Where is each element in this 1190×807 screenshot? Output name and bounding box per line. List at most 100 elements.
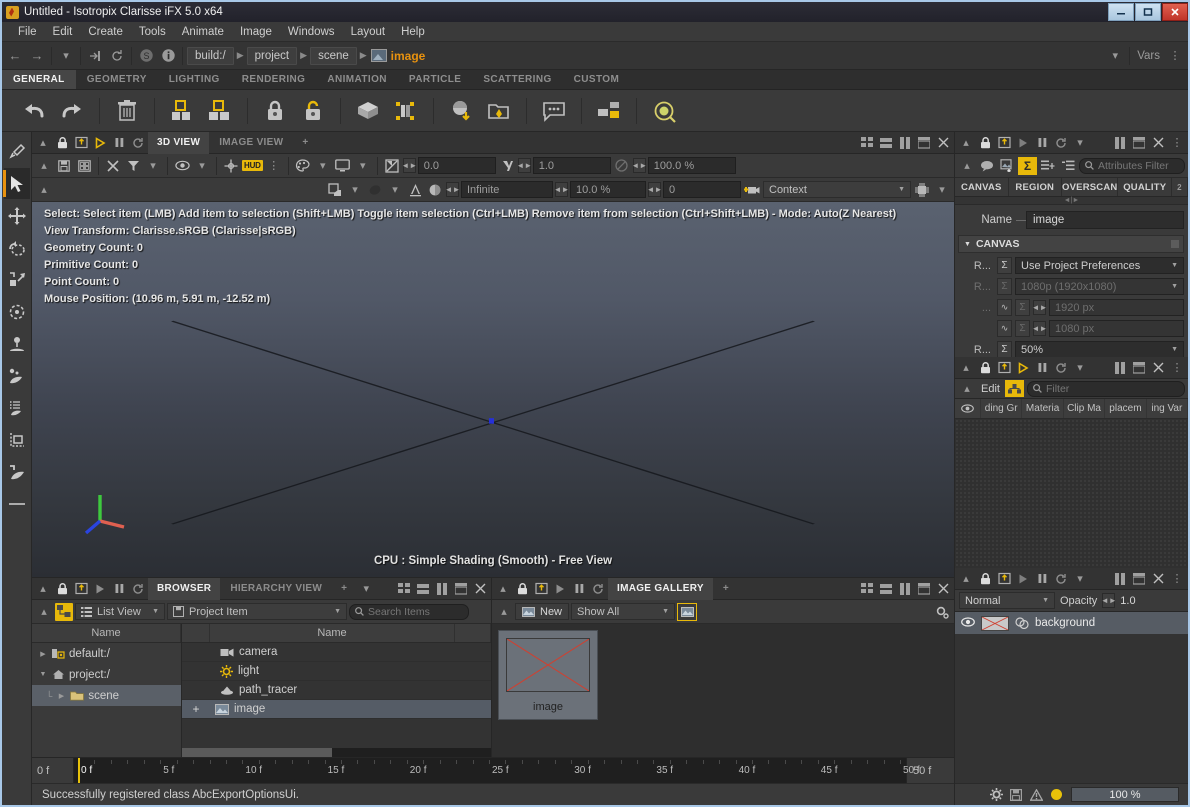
- panel-options-icon[interactable]: ⋮: [1168, 134, 1186, 152]
- collapse-icon[interactable]: ▴: [958, 157, 976, 175]
- maximize-panel-icon[interactable]: [1130, 570, 1148, 588]
- play-icon[interactable]: [91, 134, 109, 152]
- tab-lighting[interactable]: LIGHTING: [158, 70, 231, 89]
- vsplit-layout-icon[interactable]: [1111, 359, 1129, 377]
- add-browser-tab[interactable]: +: [332, 578, 356, 600]
- pivot-icon[interactable]: [222, 157, 240, 175]
- collapse-icon[interactable]: ▴: [957, 570, 975, 588]
- layers-menu-icon[interactable]: ▾: [1071, 570, 1089, 588]
- lock-icon[interactable]: [976, 134, 994, 152]
- lock-icon[interactable]: [976, 570, 994, 588]
- attribute-list-icon[interactable]: [1039, 157, 1057, 175]
- breadcrumb-project[interactable]: project: [247, 47, 298, 65]
- save-icon[interactable]: [1006, 789, 1026, 801]
- attr-value-dropdown[interactable]: 1080p (1920x1080) ▼: [1015, 278, 1184, 295]
- eyedropper-tool[interactable]: [4, 136, 30, 167]
- close-panel-icon[interactable]: [1149, 134, 1167, 152]
- vars-options-icon[interactable]: ⋮: [1164, 45, 1186, 67]
- tab-particle[interactable]: PARTICLE: [398, 70, 472, 89]
- cpu-chip-icon[interactable]: [913, 181, 931, 199]
- timeline-playhead[interactable]: [78, 758, 80, 783]
- show-filter-selector[interactable]: Show All ▼: [571, 603, 675, 620]
- reference-folder-icon[interactable]: [481, 94, 517, 128]
- warning-icon[interactable]: [1026, 789, 1046, 801]
- add-attribute-icon[interactable]: [998, 157, 1016, 175]
- collapse-icon[interactable]: ▴: [34, 580, 52, 598]
- play-icon[interactable]: [1014, 359, 1032, 377]
- tab-image-gallery[interactable]: IMAGE GALLERY: [608, 578, 713, 600]
- goto-icon[interactable]: [84, 45, 106, 67]
- vsplit-layout-icon[interactable]: [896, 580, 914, 598]
- hsplit-layout-icon[interactable]: [877, 134, 895, 152]
- maximize-button[interactable]: [1135, 3, 1161, 21]
- pause-icon[interactable]: [1033, 570, 1051, 588]
- snapshot-icon[interactable]: S: [135, 45, 157, 67]
- import-scene-icon[interactable]: [443, 94, 479, 128]
- view-mode-selector[interactable]: List View ▼: [75, 603, 165, 620]
- annotation-icon[interactable]: [536, 94, 572, 128]
- section-canvas[interactable]: ▼ CANVAS: [958, 235, 1184, 253]
- export-icon[interactable]: [532, 580, 550, 598]
- group-items-icon[interactable]: [164, 94, 200, 128]
- settings-wrench-icon[interactable]: [104, 157, 122, 175]
- 3d-viewport[interactable]: Select: Select item (LMB) Add item to se…: [32, 202, 954, 577]
- add-gallery-tab[interactable]: +: [714, 578, 738, 600]
- redo-icon[interactable]: [54, 94, 90, 128]
- pause-icon[interactable]: [1033, 359, 1051, 377]
- tree-item-default[interactable]: ▶ default:/: [32, 643, 181, 664]
- vsplit-layout-icon[interactable]: [1111, 570, 1129, 588]
- sigma-icon[interactable]: Σ: [997, 278, 1012, 295]
- sigma-icon[interactable]: Σ: [1015, 299, 1030, 316]
- refresh-icon[interactable]: [589, 580, 607, 598]
- orbit-tool[interactable]: [4, 296, 30, 327]
- column-visibility-icon[interactable]: [955, 399, 981, 418]
- exposure-icon[interactable]: [383, 157, 401, 175]
- list-item[interactable]: light: [182, 662, 491, 681]
- lock-icon[interactable]: [53, 134, 71, 152]
- maximize-panel-icon[interactable]: [915, 134, 933, 152]
- attr-tab-more-count[interactable]: 2: [1172, 178, 1188, 196]
- reload-icon[interactable]: [106, 45, 128, 67]
- display-dropdown-icon[interactable]: ▾: [354, 157, 372, 175]
- breadcrumb-current-item[interactable]: image: [391, 49, 426, 63]
- text-overlay-icon[interactable]: [406, 181, 424, 199]
- tab-browser[interactable]: BROWSER: [148, 578, 220, 600]
- save-snapshot-icon[interactable]: [55, 157, 73, 175]
- tree-item-scene[interactable]: └ ▶ scene: [32, 685, 181, 706]
- menu-image[interactable]: Image: [232, 24, 280, 40]
- material-dropdown-icon[interactable]: ▾: [386, 181, 404, 199]
- width-stepper[interactable]: ◄►: [1033, 300, 1046, 315]
- nav-back-icon[interactable]: ←: [4, 45, 26, 67]
- percent-stepper[interactable]: ◄►: [633, 158, 646, 173]
- height-stepper[interactable]: ◄►: [1033, 321, 1046, 336]
- lock-closed-icon[interactable]: [257, 94, 293, 128]
- maximize-panel-icon[interactable]: [915, 580, 933, 598]
- play-icon[interactable]: [91, 580, 109, 598]
- attributes-filter-input[interactable]: Attributes Filter: [1079, 158, 1185, 174]
- cpu-dropdown-icon[interactable]: ▾: [933, 181, 951, 199]
- vsplit-layout-icon[interactable]: [896, 134, 914, 152]
- gallery-settings-icon[interactable]: [933, 603, 951, 621]
- attribute-grip-handle[interactable]: ◄|►: [955, 197, 1188, 205]
- breadcrumb-menu-icon[interactable]: ▾: [1104, 45, 1126, 67]
- grid-layout-icon[interactable]: [395, 580, 413, 598]
- visibility-eye-icon[interactable]: [173, 157, 191, 175]
- collapse-icon[interactable]: ▴: [957, 359, 975, 377]
- filter-mode-selector[interactable]: Project Item ▼: [167, 603, 347, 620]
- pause-icon[interactable]: [570, 580, 588, 598]
- opacity-value[interactable]: 1.0: [1120, 595, 1135, 607]
- column-material[interactable]: Materia: [1022, 399, 1063, 418]
- place-tool[interactable]: [4, 328, 30, 359]
- export-icon[interactable]: [72, 580, 90, 598]
- sigma-toggle-icon[interactable]: Σ: [1018, 157, 1037, 175]
- lighting-sphere-icon[interactable]: [426, 181, 444, 199]
- tree-item-project[interactable]: ▼ project:/: [32, 664, 181, 685]
- browser-menu-icon[interactable]: ▾: [357, 580, 375, 598]
- measure-tool[interactable]: [4, 424, 30, 455]
- attribute-group-icon[interactable]: [1059, 157, 1077, 175]
- chevron-right-icon[interactable]: ▶: [38, 650, 48, 658]
- lock-icon[interactable]: [53, 580, 71, 598]
- curve-icon[interactable]: ∿: [997, 299, 1012, 316]
- close-panel-icon[interactable]: [934, 580, 952, 598]
- scrollbar-thumb[interactable]: [182, 748, 332, 757]
